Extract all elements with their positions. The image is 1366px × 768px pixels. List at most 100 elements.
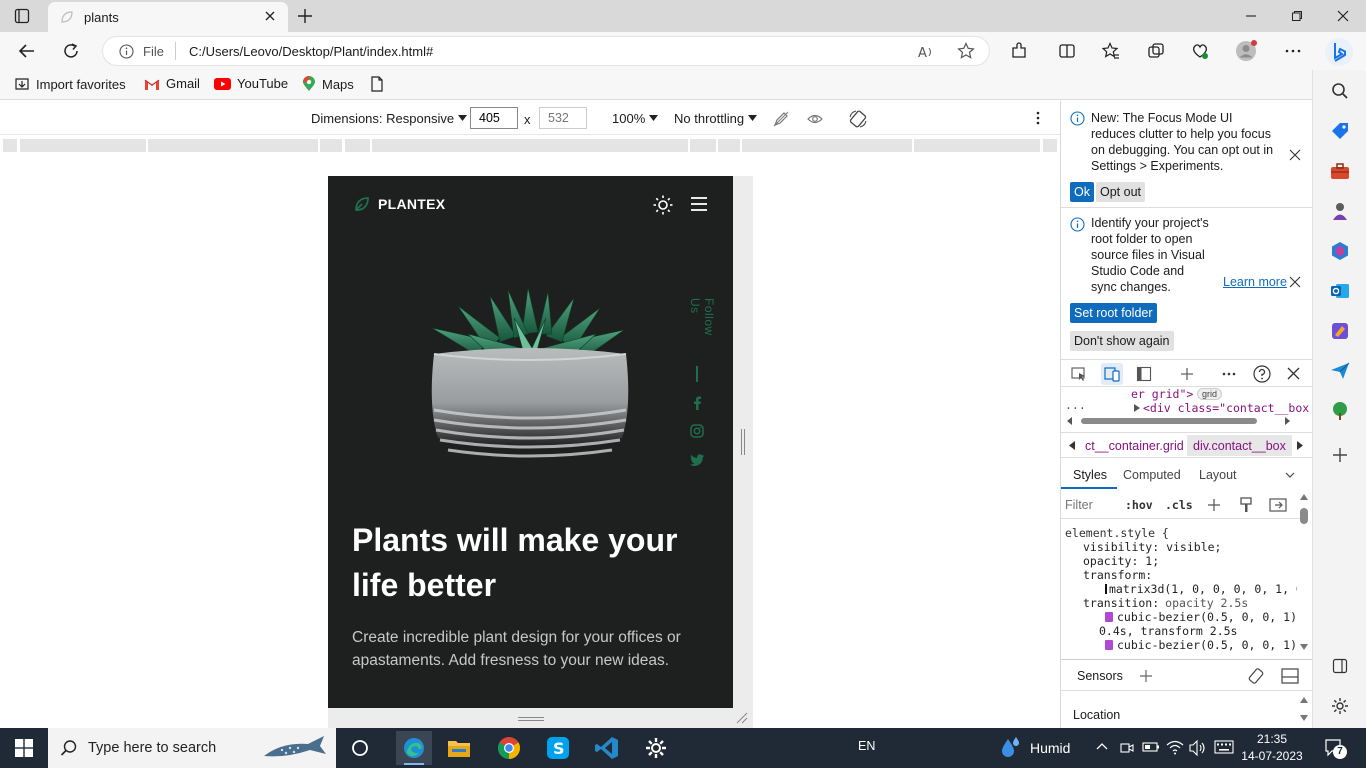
extensions-icon[interactable] [1010,42,1028,60]
dom-ellipsis[interactable]: ··· [1065,401,1086,415]
hide-sidebar-icon[interactable] [1329,655,1351,677]
tab-plants[interactable]: plants [48,2,288,32]
collections-icon[interactable] [1147,42,1165,60]
resize-gutter-right[interactable] [733,176,753,708]
class-toggle[interactable]: .cls [1165,498,1193,512]
device-toolbar-more-icon[interactable] [1030,110,1046,126]
matrix-swatch-icon[interactable] [1105,584,1107,594]
meet-now-icon[interactable] [1120,740,1134,756]
hover-state-toggle[interactable]: :hov [1125,498,1153,512]
toggle-sidebar-icon[interactable] [1269,498,1287,512]
file-explorer-icon[interactable] [444,734,474,762]
twitter-icon[interactable] [690,454,704,466]
rotate-icon[interactable] [1247,667,1265,685]
opt-out-button[interactable]: Opt out [1096,182,1145,202]
weather-drop-icon[interactable] [1000,736,1022,760]
taskbar-edge[interactable] [396,731,432,765]
add-tab-icon[interactable] [1179,366,1195,382]
dom-line[interactable]: <div class="contact__box [1143,401,1309,415]
devtools-more-icon[interactable] [1221,366,1237,382]
set-root-folder-button[interactable]: Set root folder [1070,303,1157,323]
css-value-row[interactable]: matrix3d(1, 0, 0, 0, 0, 1, 0 [1065,582,1297,596]
bookmark-import-favorites[interactable]: Import favorites [14,76,126,92]
breadcrumb-item-active[interactable]: div.contact__box [1187,435,1292,456]
grid-badge[interactable]: grid [1197,388,1223,400]
vertical-resize-handle[interactable] [518,717,544,721]
css-value-row[interactable]: cubic-bezier(0.5, 0, 0, 1) [1065,610,1297,624]
skype-icon[interactable]: S [543,734,573,762]
bookmark-youtube[interactable]: YouTube [214,76,288,91]
tab-computed[interactable]: Computed [1123,468,1181,482]
more-menu-icon[interactable] [1284,42,1302,60]
microsoft365-icon[interactable] [1329,240,1351,262]
ruler-segment[interactable] [148,139,318,152]
settings-app-icon[interactable] [641,734,671,762]
ok-button[interactable]: Ok [1070,182,1094,202]
height-input[interactable] [539,107,587,129]
settings-gear-icon[interactable] [1329,695,1351,717]
send-icon[interactable] [1329,360,1351,382]
address-bar[interactable]: File C:/Users/Leovo/Desktop/Plant/index.… [102,36,990,66]
restore-icon[interactable] [1274,0,1320,32]
add-sidebar-app-icon[interactable] [1329,444,1351,466]
learn-more-link[interactable]: Learn more [1223,275,1287,289]
ruler-segment[interactable] [3,139,17,152]
notifications-icon[interactable]: 7 [1324,738,1347,759]
css-value[interactable]: 0.4s, transform 2.5s [1065,624,1297,638]
new-tab-icon[interactable] [296,7,314,25]
add-drawer-tab-icon[interactable] [1139,669,1153,683]
css-declaration[interactable]: opacity: 1; [1065,554,1297,568]
close-notice-icon[interactable] [1289,276,1301,288]
instagram-icon[interactable] [690,424,704,438]
inspect-element-icon[interactable] [1071,366,1087,382]
language-indicator[interactable]: EN [858,739,875,753]
throttling-select[interactable]: No throttling [674,111,758,126]
ruler-segment[interactable] [20,139,146,152]
tab-sensors[interactable]: Sensors [1077,669,1123,683]
read-aloud-icon[interactable]: A [917,43,935,61]
chrome-icon[interactable] [494,734,524,762]
info-icon[interactable] [119,44,134,59]
paint-brush-icon[interactable] [1239,497,1253,513]
favorites-icon[interactable] [1102,42,1120,60]
ruler-segment[interactable] [742,139,912,152]
search-icon[interactable] [1329,80,1351,102]
dom-line[interactable]: er grid"> [1131,387,1193,401]
close-tab-icon[interactable] [264,10,276,22]
ruler-segment[interactable] [345,139,370,152]
bookmark-maps[interactable]: Maps [302,76,354,92]
tab-styles[interactable]: Styles [1073,468,1107,482]
zoom-select[interactable]: 100% [612,111,659,126]
chevron-down-icon[interactable] [1285,472,1295,478]
tree-icon[interactable] [1329,400,1351,422]
bezier-swatch-icon[interactable] [1105,612,1113,622]
ruler-segment[interactable] [372,139,688,152]
dont-show-again-button[interactable]: Don't show again [1070,331,1174,351]
filter-input[interactable] [1065,495,1117,515]
expand-arrow-icon[interactable] [1133,404,1141,412]
battery-icon[interactable] [1142,741,1160,753]
breadcrumb-item[interactable]: ct__container.grid [1085,439,1184,453]
breadcrumb-left-icon[interactable] [1069,441,1075,450]
bing-copilot-icon[interactable] [1323,36,1355,68]
tools-briefcase-icon[interactable] [1329,160,1351,182]
site-logo[interactable]: PLANTEX [354,196,445,212]
show-hidden-icons-icon[interactable] [1096,742,1108,750]
clock-time[interactable]: 21:35 [1249,732,1295,746]
scroll-right-arrow[interactable] [1285,417,1291,425]
url-text[interactable]: C:/Users/Leovo/Desktop/Plant/index.html# [189,44,433,59]
task-view-icon[interactable] [345,734,375,762]
ruler-segment[interactable] [320,139,342,152]
tab-actions-icon[interactable] [14,8,30,24]
help-icon[interactable] [1253,365,1271,383]
horizontal-scrollbar[interactable] [1081,418,1257,424]
css-declaration[interactable]: visibility: visible; [1065,540,1297,554]
rotate-icon[interactable] [848,109,868,129]
clock-date[interactable]: 14-07-2023 [1240,749,1304,763]
dock-side-icon[interactable] [1136,366,1152,382]
outlook-icon[interactable] [1329,280,1351,302]
wifi-icon[interactable] [1166,739,1184,755]
facebook-icon[interactable] [691,396,703,410]
bezier-swatch-icon[interactable] [1105,640,1113,650]
close-window-icon[interactable] [1320,0,1366,32]
